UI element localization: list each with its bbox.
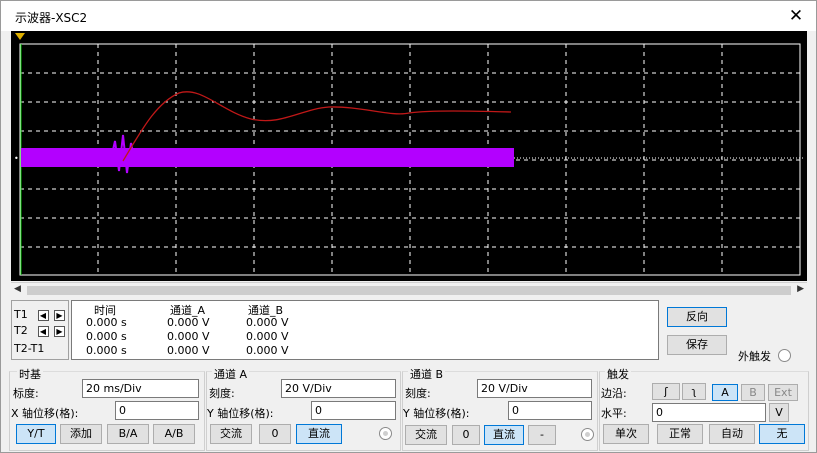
trigger-edge-label: 边沿: — [601, 387, 627, 400]
mode-yt-button[interactable]: Y/T — [16, 424, 56, 444]
cursor-controls: T1 ◀ ▶ T2 ◀ ▶ T2-T1 — [11, 300, 69, 360]
scroll-thumb[interactable] — [27, 286, 791, 295]
cursor-t1-row: T1 ◀ ▶ — [14, 307, 67, 322]
channel-a-ac-button[interactable]: 交流 — [210, 424, 252, 444]
readout-diff-a: 0.000 V — [167, 344, 210, 357]
reverse-button[interactable]: 反向 — [667, 307, 727, 327]
mode-add-button[interactable]: 添加 — [60, 424, 102, 444]
readout-diff-time: 0.000 s — [86, 344, 127, 357]
cursor-t2-row: T2 ◀ ▶ — [14, 323, 67, 338]
trigger-source-b-button[interactable]: B — [741, 384, 765, 401]
channel-a-ypos-label: Y 轴位移(格): — [207, 407, 274, 420]
readout-t1-b: 0.000 V — [246, 316, 289, 329]
channel-a-scale-label: 刻度: — [209, 387, 235, 400]
channel-b-zero-button[interactable]: 0 — [452, 425, 480, 445]
mode-ba-button[interactable]: B/A — [107, 424, 149, 444]
trigger-normal-button[interactable]: 正常 — [657, 424, 703, 444]
ground-marker: • — [14, 154, 19, 163]
t2-left-icon[interactable]: ◀ — [37, 325, 49, 337]
trigger-level-unit[interactable]: V — [769, 403, 789, 422]
readout-t2-a: 0.000 V — [167, 330, 210, 343]
t1-left-icon[interactable]: ◀ — [37, 309, 49, 321]
horizontal-scrollbar[interactable]: ◀ ▶ — [11, 282, 807, 297]
trigger-auto-button[interactable]: 自动 — [709, 424, 755, 444]
channel-a-dc-button[interactable]: 直流 — [296, 424, 342, 444]
channel-a-scale-input[interactable]: 20 V/Div — [281, 379, 396, 398]
channel-a-radio[interactable] — [379, 427, 392, 440]
timebase-xpos-input[interactable]: 0 — [115, 401, 199, 420]
cursor-t2t1-label: T2-T1 — [14, 342, 45, 355]
readout-diff-b: 0.000 V — [246, 344, 289, 357]
channel-a-zero-button[interactable]: 0 — [259, 424, 291, 444]
channel-b-trace — [21, 148, 514, 167]
close-button[interactable]: ✕ — [784, 5, 808, 27]
mode-ab-button[interactable]: A/B — [153, 424, 195, 444]
scroll-left-icon[interactable]: ◀ — [14, 284, 21, 294]
channel-b-radio[interactable] — [581, 428, 594, 441]
ext-trigger-radio[interactable] — [778, 349, 791, 362]
trigger-single-button[interactable]: 单次 — [603, 424, 649, 444]
scope-screen: • — [11, 31, 807, 281]
readout-t1-a: 0.000 V — [167, 316, 210, 329]
cursor-t2-label: T2 — [14, 324, 28, 337]
timebase-scale-label: 标度: — [13, 387, 39, 400]
readout-t2-time: 0.000 s — [86, 330, 127, 343]
timebase-scale-input[interactable]: 20 ms/Div — [82, 379, 199, 398]
scope-graph: • — [14, 33, 803, 276]
t2-right-icon[interactable]: ▶ — [54, 325, 65, 337]
edge-rising-icon[interactable]: ʃ — [652, 383, 680, 400]
measurement-readout: 时间 通道_A 通道_B 0.000 s 0.000 V 0.000 V 0.0… — [71, 300, 659, 360]
trigger-level-input[interactable]: 0 — [652, 403, 766, 422]
channel-a-ypos-input[interactable]: 0 — [311, 401, 396, 420]
scroll-right-icon[interactable]: ▶ — [797, 284, 804, 294]
trigger-none-button[interactable]: 无 — [759, 424, 805, 444]
readout-t1-time: 0.000 s — [86, 316, 127, 329]
channel-b-title: 通道 B — [408, 366, 446, 382]
trigger-source-a-button[interactable]: A — [712, 384, 738, 401]
channel-b-ac-button[interactable]: 交流 — [405, 425, 447, 445]
ext-trigger-label: 外触发 — [738, 350, 771, 363]
channel-b-ypos-label: Y 轴位移(格): — [403, 407, 470, 420]
trigger-title: 触发 — [605, 366, 631, 382]
save-button[interactable]: 保存 — [667, 335, 727, 355]
trigger-level-label: 水平: — [601, 407, 627, 420]
window-title: 示波器-XSC2 — [15, 11, 88, 25]
channel-b-ypos-input[interactable]: 0 — [508, 401, 592, 420]
channel-b-scale-input[interactable]: 20 V/Div — [477, 379, 592, 398]
title-bar: 示波器-XSC2 ✕ — [1, 1, 816, 31]
cursor-t2t1-row: T2-T1 — [14, 341, 44, 356]
channel-b-minus-button[interactable]: - — [528, 425, 556, 445]
edge-falling-icon[interactable]: ʅ — [682, 383, 706, 400]
timebase-xpos-label: X 轴位移(格): — [11, 407, 79, 420]
cursor-t1-handle[interactable] — [15, 33, 25, 40]
channel-b-dc-button[interactable]: 直流 — [484, 425, 524, 445]
t1-right-icon[interactable]: ▶ — [54, 309, 65, 321]
timebase-title: 时基 — [17, 366, 43, 382]
oscilloscope-window: 示波器-XSC2 ✕ • ◀ ▶ T1 ◀ ▶ T2 ◀ ▶ T2-T1 时间 … — [0, 0, 817, 453]
cursor-t1-label: T1 — [14, 308, 28, 321]
channel-a-title: 通道 A — [212, 366, 250, 382]
trigger-source-ext-button[interactable]: Ext — [768, 384, 798, 401]
channel-b-scale-label: 刻度: — [405, 387, 431, 400]
readout-t2-b: 0.000 V — [246, 330, 289, 343]
